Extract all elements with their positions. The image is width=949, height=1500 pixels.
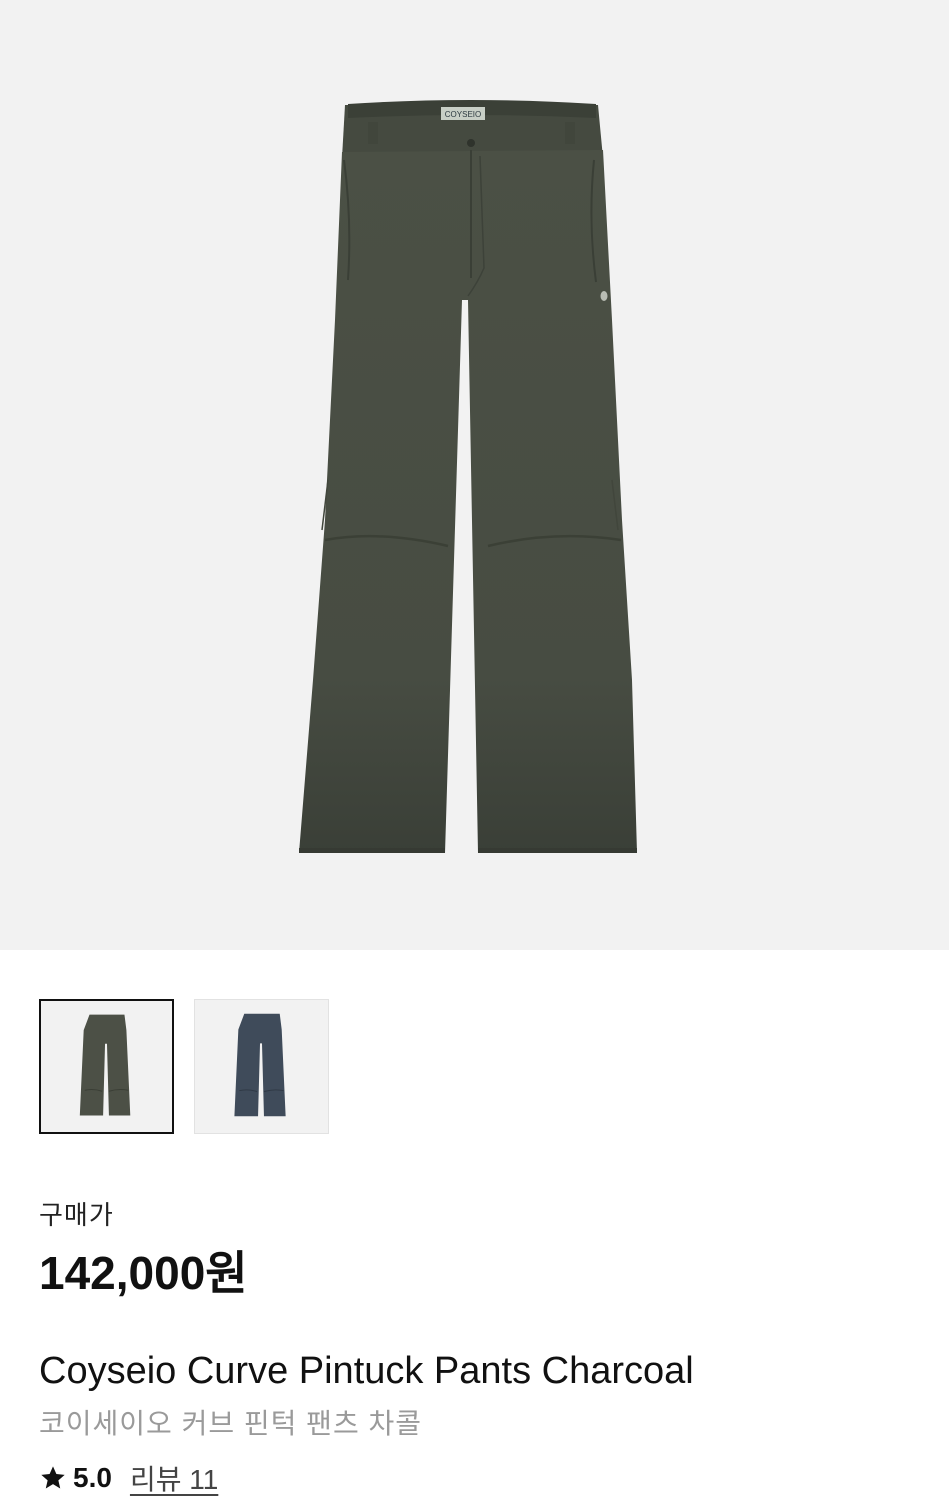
thumbnail-charcoal-image <box>79 1014 131 1116</box>
price: 142,000원 <box>39 1247 248 1299</box>
svg-text:COYSEIO: COYSEIO <box>445 110 481 119</box>
star-icon <box>41 1466 65 1489</box>
rating-value: 5.0 <box>73 1462 112 1493</box>
product-hero-image[interactable]: COYSEIO <box>0 0 949 950</box>
thumbnail-list <box>39 999 329 1134</box>
rating-row: 5.0 리뷰 11 <box>39 1458 218 1498</box>
product-name-en: Coyseio Curve Pintuck Pants Charcoal <box>39 1350 694 1392</box>
price-label: 구매가 <box>39 1200 114 1230</box>
thumbnail-navy-image <box>234 1013 286 1117</box>
product-name-ko: 코이세이오 커브 핀턱 팬츠 차콜 <box>39 1408 422 1439</box>
thumbnail-navy[interactable] <box>194 999 329 1134</box>
thumbnail-charcoal[interactable] <box>39 999 174 1134</box>
review-count-link[interactable]: 리뷰 11 <box>130 1458 218 1498</box>
pants-image: COYSEIO <box>299 100 637 853</box>
